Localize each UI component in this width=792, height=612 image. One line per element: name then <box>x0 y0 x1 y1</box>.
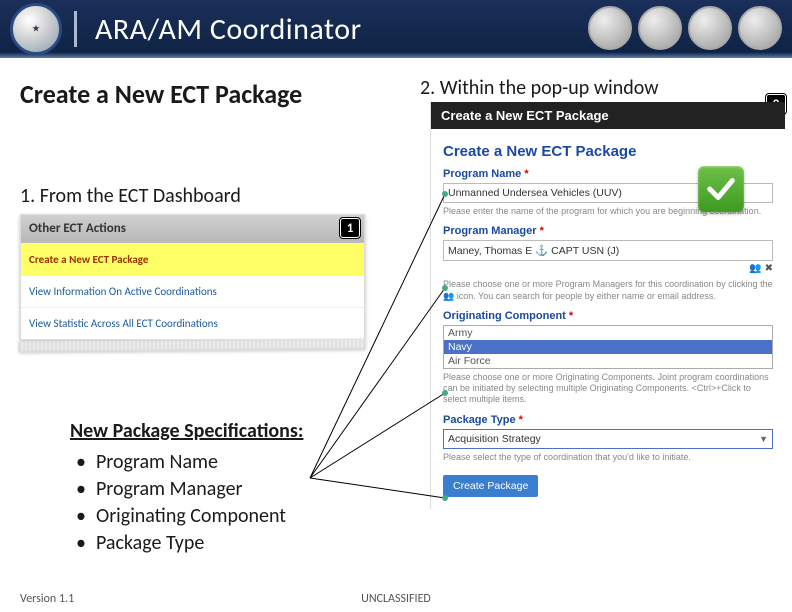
popup-title-bar: Create a New ECT Package <box>431 102 785 129</box>
popup-section-title: Create a New ECT Package <box>431 129 785 162</box>
step2-label: 2. Within the pop-up window <box>420 76 659 100</box>
view-active-coordinations-link[interactable]: View Information On Active Coordinations <box>21 275 364 307</box>
originating-component-help: Please choose one or more Originating Co… <box>443 372 773 406</box>
package-type-value: Acquisition Strategy <box>448 433 541 445</box>
header-bar: ★ ARA/AM Coordinator <box>0 0 792 58</box>
service-seal-icon <box>638 6 682 50</box>
callout-badge-1: 1 <box>340 218 360 238</box>
footer: Version 1.1 UNCLASSIFIED <box>0 592 792 606</box>
program-manager-help: Please choose one or more Program Manage… <box>443 279 773 302</box>
program-manager-label: Program Manager <box>443 225 773 237</box>
people-picker-icon[interactable]: 👥 ✖ <box>749 263 773 274</box>
specifications-block: New Package Specifications: Program Name… <box>70 418 303 557</box>
originating-component-label: Originating Component <box>443 310 773 322</box>
chevron-down-icon: ▼ <box>759 434 768 444</box>
create-package-popup: Create a New ECT Package Create a New EC… <box>430 102 785 509</box>
package-type-select[interactable]: Acquisition Strategy ▼ <box>443 429 773 449</box>
step1-label: 1. From the ECT Dashboard <box>20 184 241 208</box>
dod-seal-icon: ★ <box>10 3 62 55</box>
originating-component-listbox[interactable]: Army Navy Air Force <box>443 325 773 369</box>
ect-actions-panel: Other ECT Actions Create a New ECT Packa… <box>20 214 365 340</box>
divider <box>74 11 77 47</box>
create-package-button[interactable]: Create Package <box>443 475 538 497</box>
specs-heading: New Package Specifications: <box>70 418 303 445</box>
spec-item: Originating Component <box>70 503 303 530</box>
torn-edge-decoration <box>19 338 366 351</box>
package-type-help: Please select the type of coordination t… <box>443 452 773 463</box>
view-statistics-link[interactable]: View Statistic Across All ECT Coordinati… <box>21 307 364 339</box>
version-label: Version 1.1 <box>20 592 74 606</box>
listbox-option-army[interactable]: Army <box>444 326 772 340</box>
spec-item: Program Name <box>70 449 303 476</box>
service-seal-icon <box>588 6 632 50</box>
listbox-option-navy[interactable]: Navy <box>444 340 772 354</box>
service-seal-icon <box>738 6 782 50</box>
package-type-label: Package Type <box>443 414 773 426</box>
service-seal-icon <box>688 6 732 50</box>
program-manager-input[interactable]: Maney, Thomas E ⚓ CAPT USN (J) <box>443 240 773 261</box>
spec-item: Program Manager <box>70 476 303 503</box>
header-title: ARA/AM Coordinator <box>95 11 362 48</box>
classification-label: UNCLASSIFIED <box>0 592 792 606</box>
create-new-ect-link[interactable]: Create a New ECT Package <box>21 243 364 275</box>
spec-item: Package Type <box>70 530 303 557</box>
page-title: Create a New ECT Package <box>20 78 302 110</box>
success-check-icon <box>698 166 744 212</box>
listbox-option-airforce[interactable]: Air Force <box>444 354 772 368</box>
panel-header: Other ECT Actions <box>21 215 364 243</box>
service-seals <box>588 6 782 50</box>
